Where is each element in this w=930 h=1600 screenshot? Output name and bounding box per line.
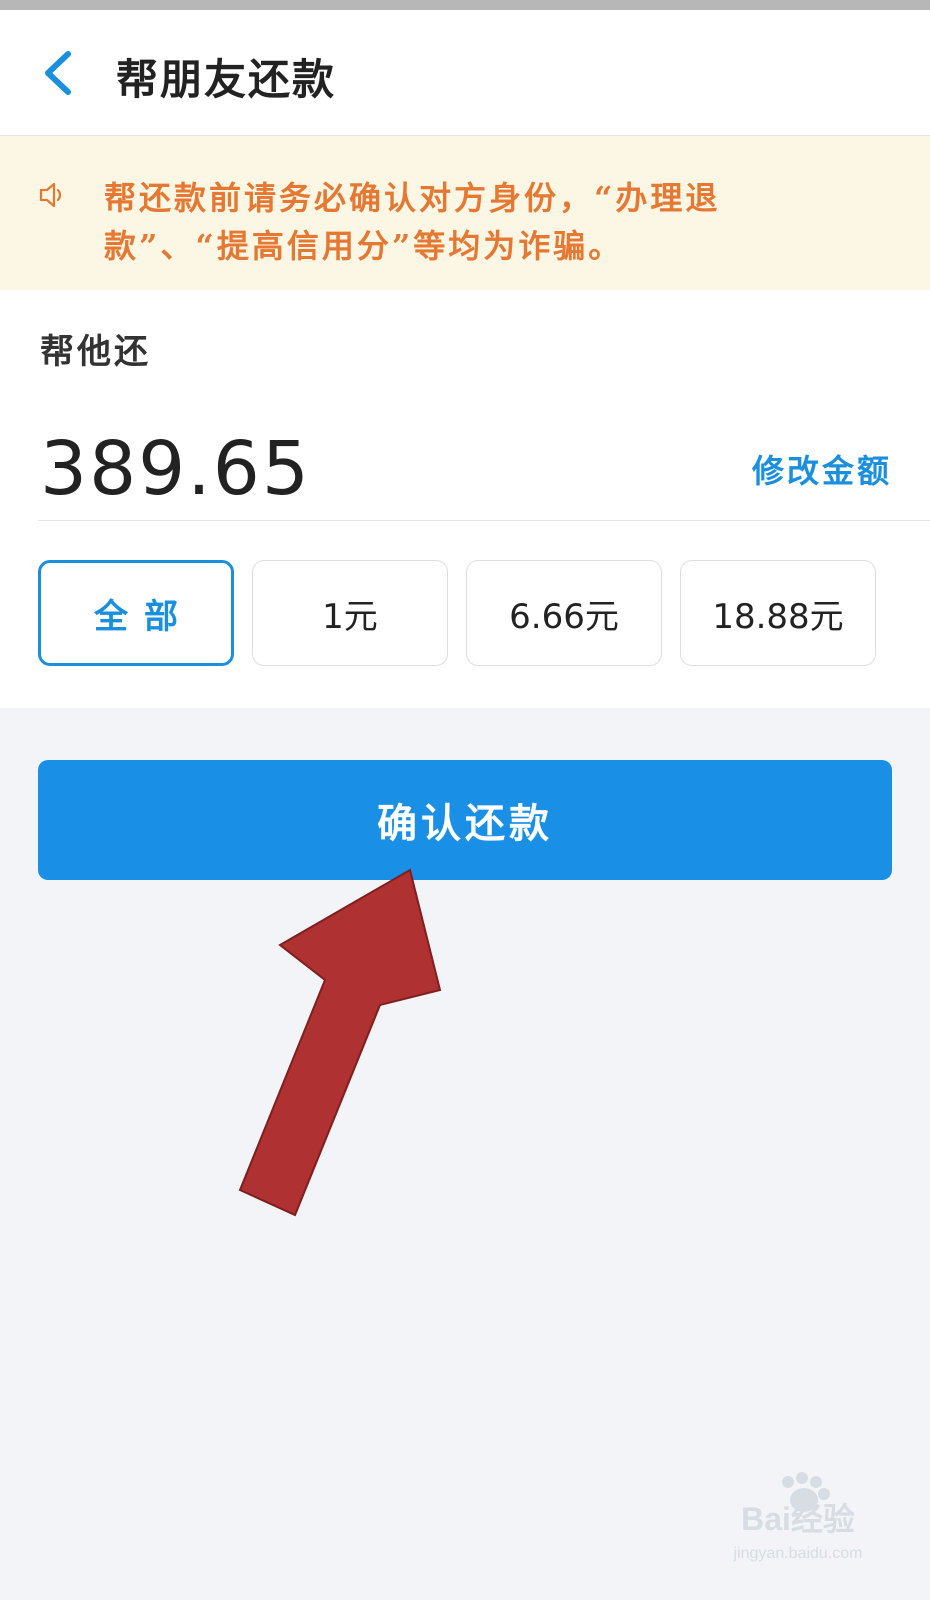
speaker-icon — [38, 180, 68, 210]
amount-options: 全部 1元 6.66元 18.88元 — [38, 560, 892, 670]
divider — [38, 520, 930, 521]
page-title: 帮朋友还款 — [116, 55, 337, 104]
option-all[interactable]: 全部 — [38, 560, 234, 666]
notice-text: 帮还款前请务必确认对方身份，“办理退款”、“提高信用分”等均为诈骗。 — [104, 179, 721, 265]
header: 帮朋友还款 — [0, 10, 930, 136]
watermark-text: Bai经验 — [741, 1501, 855, 1537]
amount-value: 389.65 — [40, 426, 311, 512]
top-strip — [0, 0, 930, 10]
chevron-left-icon[interactable] — [38, 48, 82, 98]
option-1-yuan[interactable]: 1元 — [252, 560, 448, 666]
confirm-repay-button[interactable]: 确认还款 — [38, 760, 892, 880]
red-arrow-annotation — [220, 860, 460, 1250]
repay-panel: 帮他还 389.65 修改金额 全部 1元 6.66元 18.88元 — [0, 290, 930, 708]
baidu-watermark: Bai经验 jingyan.baidu.com — [708, 1470, 888, 1570]
option-18-88-yuan[interactable]: 18.88元 — [680, 560, 876, 666]
fraud-notice: 帮还款前请务必确认对方身份，“办理退款”、“提高信用分”等均为诈骗。 — [0, 136, 930, 290]
modify-amount-link[interactable]: 修改金额 — [752, 446, 892, 492]
watermark-url: jingyan.baidu.com — [733, 1545, 863, 1562]
section-label: 帮他还 — [40, 332, 151, 372]
option-6-66-yuan[interactable]: 6.66元 — [466, 560, 662, 666]
